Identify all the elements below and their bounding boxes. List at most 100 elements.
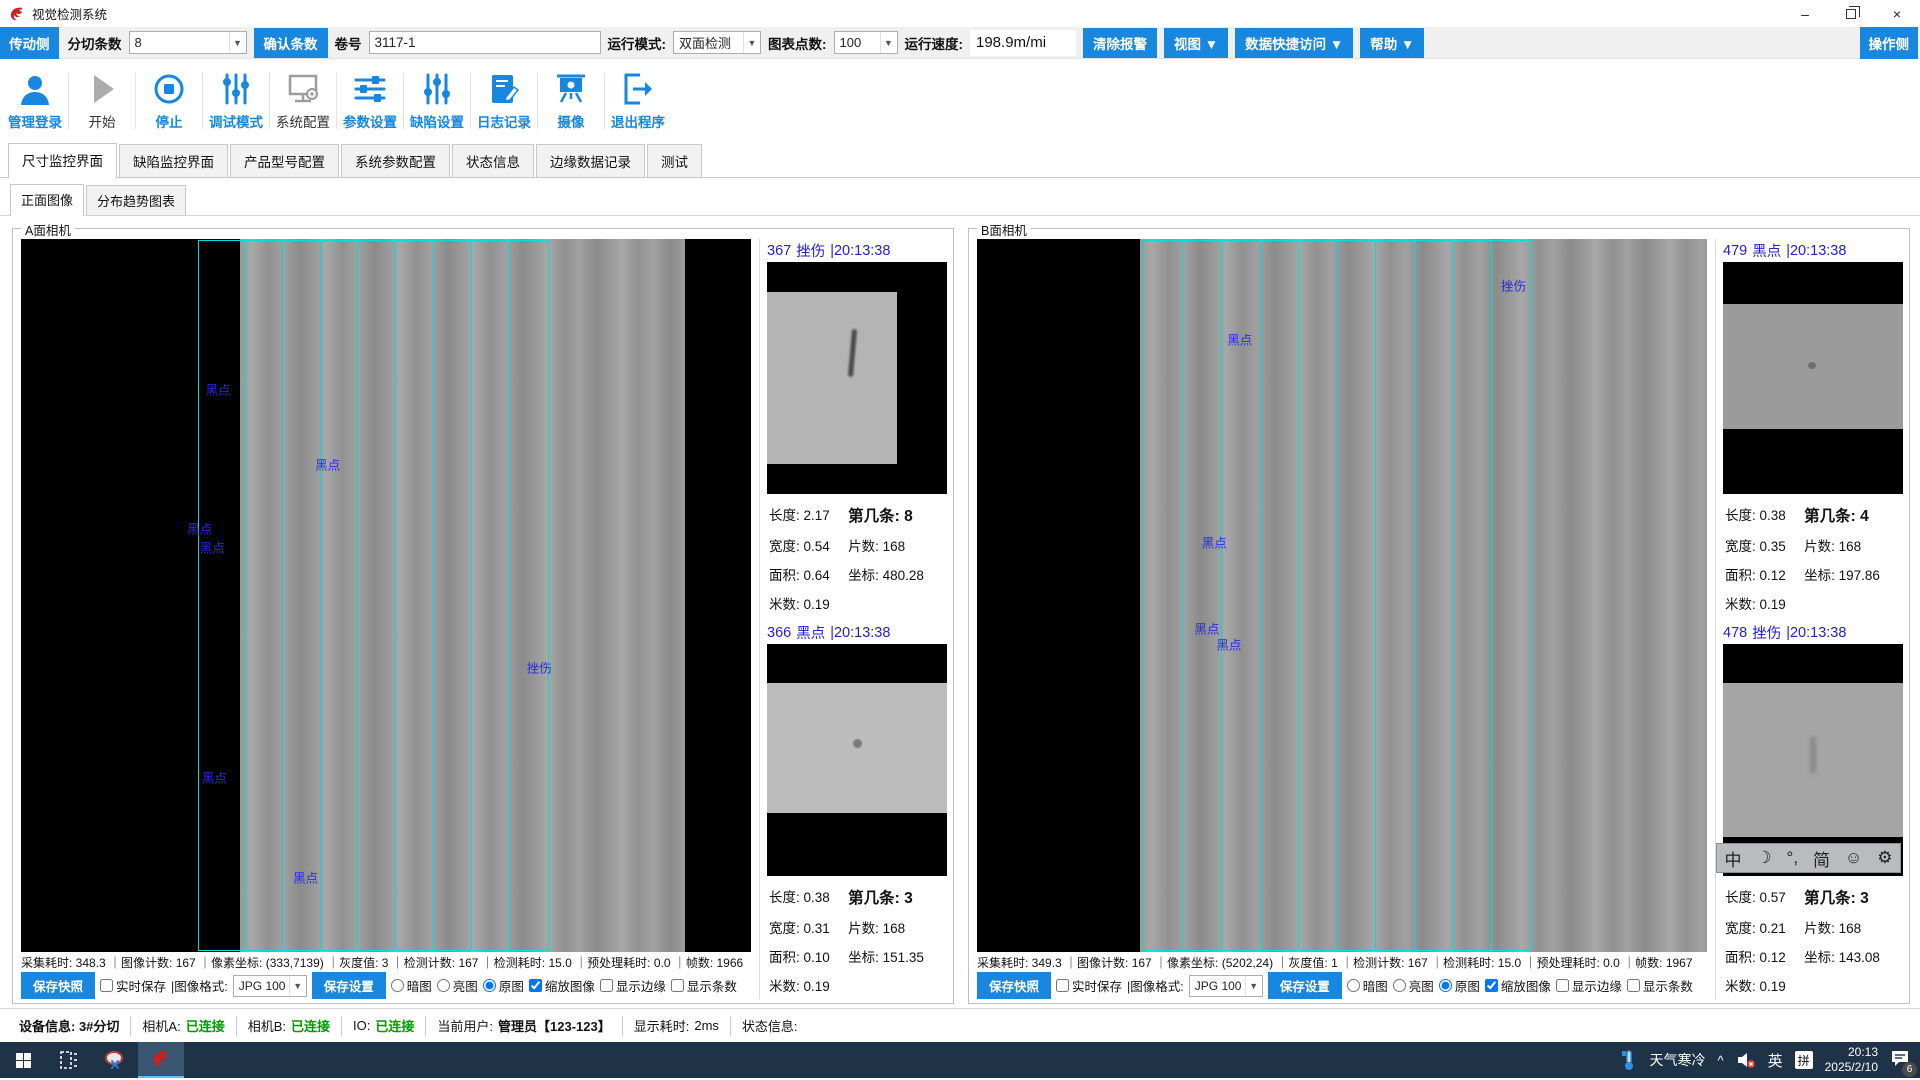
panel-camera-a: A面相机 黑点黑点黑点黑点挫伤黑点黑点 采集耗时: 348.3 ｜图像计数: 1… xyxy=(12,228,954,1004)
operator-side-button[interactable]: 操作侧 xyxy=(1860,27,1919,59)
view-menu-button[interactable]: 视图 ▼ xyxy=(1164,28,1228,58)
log-book-icon xyxy=(486,72,522,106)
panel-b-dark-image-radio[interactable]: 暗图 xyxy=(1347,976,1388,995)
tab-edge-data-record[interactable]: 边缘数据记录 xyxy=(536,144,645,177)
tab-status-info[interactable]: 状态信息 xyxy=(452,144,534,177)
slit-count-label: 分切条数 xyxy=(68,33,122,53)
panel-a-image-format-dropdown[interactable]: JPG 100▼ xyxy=(233,975,307,997)
minimize-button[interactable]: – xyxy=(1782,0,1828,27)
tab-size-monitor[interactable]: 尺寸监控界面 xyxy=(8,143,117,178)
camera-a-defect-list: 367 挫伤 |20:13:38 长度: 2.17第几条: 8 宽度: 0.54… xyxy=(759,239,947,999)
panel-b-save-settings-button[interactable]: 保存设置 xyxy=(1268,972,1342,999)
snipping-tool-button[interactable] xyxy=(92,1042,138,1078)
tab-system-param-config[interactable]: 系统参数配置 xyxy=(341,144,450,177)
ime-fullwidth-moon-icon[interactable]: ☽ xyxy=(1756,848,1771,868)
tab-test[interactable]: 测试 xyxy=(647,144,702,177)
vision-app-taskbar-button[interactable] xyxy=(138,1042,184,1078)
clear-alarm-button[interactable]: 清除报警 xyxy=(1083,28,1157,58)
camera-b-status-line: 采集耗时: 349.3 ｜图像计数: 167 ｜像素坐标: (5202,24) … xyxy=(977,952,1707,972)
defect-info: 长度: 0.38第几条: 3 宽度: 0.31片数: 168 面积: 0.10坐… xyxy=(767,876,947,999)
data-quick-access-menu-button[interactable]: 数据快捷访问 ▼ xyxy=(1235,28,1353,58)
close-button[interactable]: × xyxy=(1874,0,1920,27)
panel-a-original-image-radio[interactable]: 原图 xyxy=(483,976,524,995)
panel-a-show-strips-checkbox[interactable]: 显示条数 xyxy=(671,976,737,995)
ime-simplified-icon[interactable]: 简 xyxy=(1813,846,1830,871)
panel-a-save-snapshot-button[interactable]: 保存快照 xyxy=(21,972,95,999)
panel-a-realtime-save-checkbox[interactable]: 实时保存 xyxy=(100,976,166,995)
parameter-settings-button[interactable]: 参数设置 xyxy=(337,65,403,137)
panel-b-save-snapshot-button[interactable]: 保存快照 xyxy=(977,972,1051,999)
log-record-button[interactable]: 日志记录 xyxy=(471,65,537,137)
snipping-tool-icon xyxy=(104,1049,126,1071)
panel-b-bright-image-radio[interactable]: 亮图 xyxy=(1393,976,1434,995)
panel-b-image-format-label: |图像格式: xyxy=(1127,976,1184,995)
tab-product-model-config[interactable]: 产品型号配置 xyxy=(230,144,339,177)
subtab-front-image[interactable]: 正面图像 xyxy=(10,184,84,216)
ime-indicator[interactable]: 拼 xyxy=(1795,1051,1813,1069)
windows-logo-icon xyxy=(16,1053,31,1068)
panel-a-bright-image-radio[interactable]: 亮图 xyxy=(437,976,478,995)
thermometer-icon xyxy=(1621,1049,1637,1071)
roll-number-label: 卷号 xyxy=(335,33,362,53)
defect-card[interactable]: 479 黑点 |20:13:38 长度: 0.38第几条: 4 宽度: 0.35… xyxy=(1723,239,1903,617)
tab-defect-monitor[interactable]: 缺陷监控界面 xyxy=(119,144,228,177)
panel-b-image-format-dropdown[interactable]: JPG 100▼ xyxy=(1189,975,1263,997)
restore-icon xyxy=(1846,9,1856,19)
task-view-button[interactable] xyxy=(46,1042,92,1078)
panel-b-zoom-image-checkbox[interactable]: 缩放图像 xyxy=(1485,976,1551,995)
ime-chinese-mode-icon[interactable]: 中 xyxy=(1724,846,1741,871)
defect-thumbnail[interactable] xyxy=(767,644,947,876)
roll-number-input[interactable]: 3117-1 xyxy=(369,31,601,54)
debug-mode-button[interactable]: 调试模式 xyxy=(203,65,269,137)
restore-button[interactable] xyxy=(1828,0,1874,27)
stop-button[interactable]: 停止 xyxy=(136,65,202,137)
chart-points-dropdown[interactable]: 100▼ xyxy=(834,31,898,54)
panel-a-zoom-image-checkbox[interactable]: 缩放图像 xyxy=(529,976,595,995)
notification-center-button[interactable]: 6 xyxy=(1890,1049,1910,1072)
panel-a-save-settings-button[interactable]: 保存设置 xyxy=(312,972,386,999)
ime-language-bar: 中 ☽ °, 简 ☺ ⚙ xyxy=(1716,843,1901,873)
defect-card[interactable]: 366 黑点 |20:13:38 长度: 0.38第几条: 3 宽度: 0.31… xyxy=(767,621,947,999)
defect-thumbnail[interactable] xyxy=(1723,262,1903,494)
defect-thumbnail[interactable] xyxy=(1723,644,1903,876)
camera-button[interactable]: 摄像 xyxy=(538,65,604,137)
menu-arrow-icon: ▼ xyxy=(1330,37,1343,52)
ime-punctuation-icon[interactable]: °, xyxy=(1787,848,1799,868)
menu-arrow-icon: ▼ xyxy=(1401,37,1414,52)
defect-settings-button[interactable]: 缺陷设置 xyxy=(404,65,470,137)
defect-overlay-label: 挫伤 xyxy=(527,657,552,676)
defect-type: 挫伤 xyxy=(1752,622,1781,643)
panel-b-show-strips-checkbox[interactable]: 显示条数 xyxy=(1627,976,1693,995)
help-menu-button[interactable]: 帮助 ▼ xyxy=(1360,28,1424,58)
run-mode-dropdown[interactable]: 双面检测▼ xyxy=(673,31,761,54)
exit-program-button[interactable]: 退出程序 xyxy=(605,65,671,137)
speaker-muted-icon[interactable] xyxy=(1736,1051,1756,1069)
start-button[interactable] xyxy=(0,1042,46,1078)
defect-card[interactable]: 367 挫伤 |20:13:38 长度: 2.17第几条: 8 宽度: 0.54… xyxy=(767,239,947,617)
ime-emoji-icon[interactable]: ☺ xyxy=(1845,848,1862,868)
defect-thumbnail[interactable] xyxy=(767,262,947,494)
drive-side-button[interactable]: 传动侧 xyxy=(0,27,59,59)
panel-b-realtime-save-checkbox[interactable]: 实时保存 xyxy=(1056,976,1122,995)
panel-b-show-edge-checkbox[interactable]: 显示边缘 xyxy=(1556,976,1622,995)
confirm-count-button[interactable]: 确认条数 xyxy=(254,28,328,58)
subtab-distribution-trend[interactable]: 分布趋势图表 xyxy=(86,185,186,215)
system-config-button[interactable]: 系统配置 xyxy=(270,65,336,137)
run-speed-value: 198.9m/mi xyxy=(970,30,1076,56)
slit-count-dropdown[interactable]: 8▼ xyxy=(129,31,247,54)
language-indicator[interactable]: 英 xyxy=(1768,1050,1783,1071)
camera-b-image[interactable]: 挫伤黑点黑点黑点黑点 xyxy=(977,239,1707,952)
camera-a-image[interactable]: 黑点黑点黑点黑点挫伤黑点黑点 xyxy=(21,239,751,952)
admin-login-button[interactable]: 管理登录 xyxy=(2,65,68,137)
taskbar-clock[interactable]: 20:13 2025/2/10 xyxy=(1825,1045,1878,1075)
defect-card[interactable]: 478 挫伤 |20:13:38 长度: 0.57第几条: 3 宽度: 0.21… xyxy=(1723,621,1903,999)
weather-text[interactable]: 天气寒冷 xyxy=(1649,1050,1705,1070)
ime-settings-gear-icon[interactable]: ⚙ xyxy=(1877,848,1892,868)
defect-mark xyxy=(1811,737,1815,773)
start-button[interactable]: 开始 xyxy=(69,65,135,137)
exit-icon xyxy=(620,72,656,106)
panel-b-original-image-radio[interactable]: 原图 xyxy=(1439,976,1480,995)
panel-a-show-edge-checkbox[interactable]: 显示边缘 xyxy=(600,976,666,995)
panel-a-dark-image-radio[interactable]: 暗图 xyxy=(391,976,432,995)
tray-expand-chevron[interactable]: ^ xyxy=(1717,1053,1723,1068)
